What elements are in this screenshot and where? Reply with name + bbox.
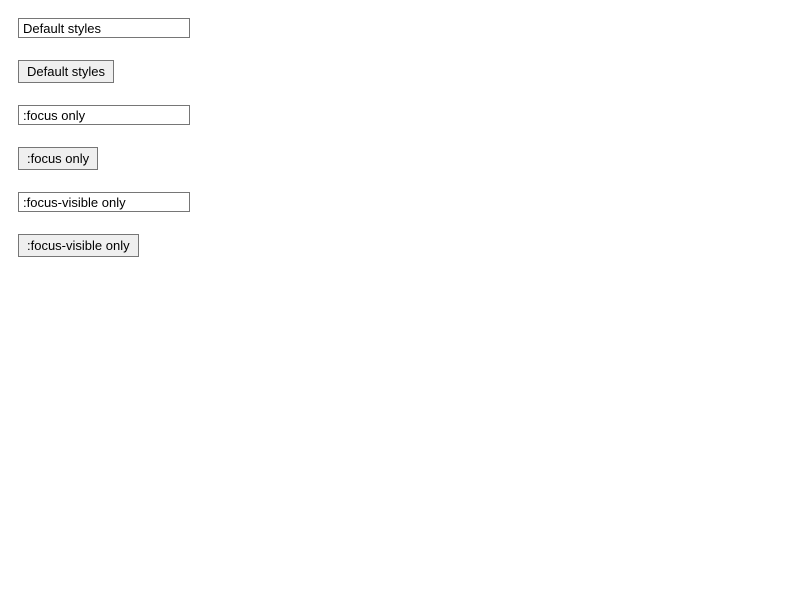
default-styles-input[interactable] [18,18,190,38]
focus-only-button[interactable]: :focus only [18,147,98,170]
focus-only-input[interactable] [18,105,190,125]
focus-visible-only-input[interactable] [18,192,190,212]
default-styles-button[interactable]: Default styles [18,60,114,83]
focus-visible-only-button[interactable]: :focus-visible only [18,234,139,257]
